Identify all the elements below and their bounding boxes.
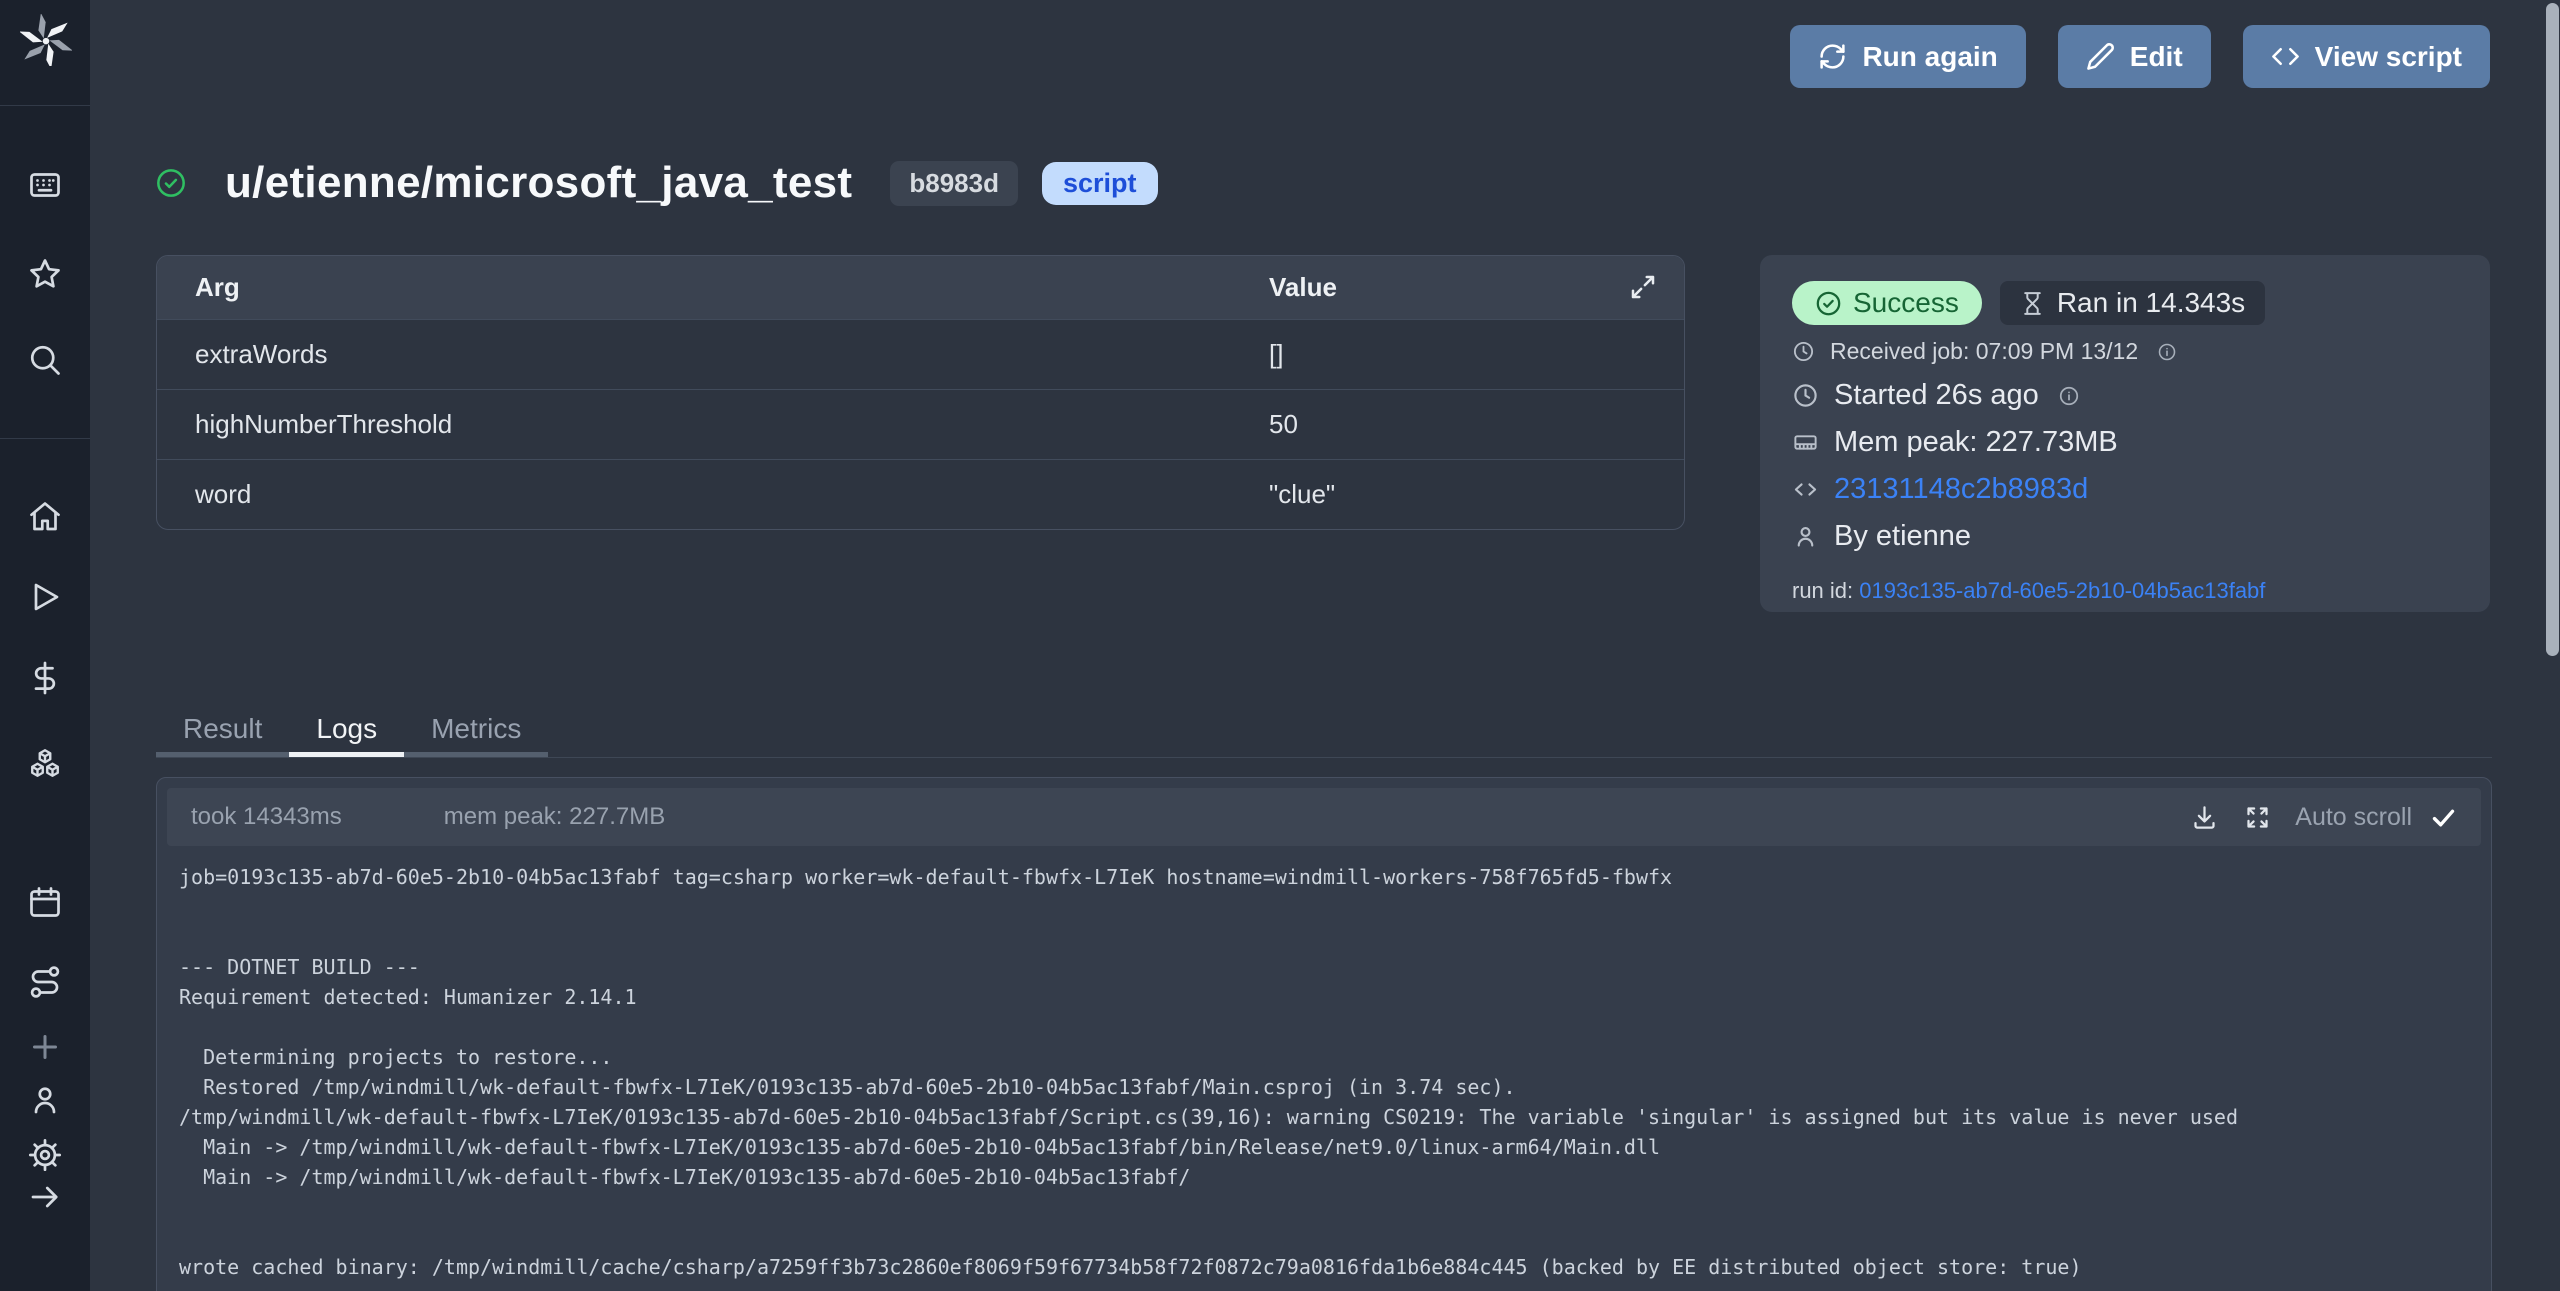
arg-name: highNumberThreshold (157, 409, 452, 440)
run-again-label: Run again (1862, 41, 1997, 73)
info-icon[interactable] (2157, 342, 2177, 362)
sidebar-divider (0, 438, 90, 439)
by-user-label: By etienne (1834, 520, 1971, 553)
script-hash-link[interactable]: 23131148c2b8983d (1834, 473, 2088, 506)
result-tabs: Result Logs Metrics (156, 705, 2492, 758)
log-output[interactable]: job=0193c135-ab7d-60e5-2b10-04b5ac13fabf… (179, 862, 2481, 1282)
duration-label: Ran in 14.343s (2057, 287, 2245, 319)
success-check-icon (155, 167, 187, 199)
search-icon[interactable] (27, 342, 63, 378)
args-table: Arg Value extraWords [] highNumberThresh… (156, 255, 1685, 530)
download-logs-icon[interactable] (2191, 804, 2218, 831)
windmill-run-page: Run again Edit View script u/e (0, 0, 2560, 1291)
mem-peak-row: Mem peak: 227.73MB (1792, 426, 2458, 459)
args-table-header: Arg Value (157, 256, 1684, 319)
script-type-badge[interactable]: script (1042, 162, 1158, 205)
run-again-button[interactable]: Run again (1790, 25, 2025, 88)
run-info-panel: Success Ran in 14.343s Received job: 07:… (1760, 255, 2490, 612)
person-icon (1792, 523, 1819, 550)
sidebar-divider (0, 105, 90, 106)
edit-button[interactable]: Edit (2058, 25, 2211, 88)
received-label: Received job: 07:09 PM 13/12 (1830, 338, 2138, 365)
variables-dollar-icon[interactable] (27, 660, 63, 696)
flows-route-icon[interactable] (27, 964, 63, 1000)
memory-icon (1792, 429, 1819, 456)
expand-logs-icon[interactable] (2244, 804, 2271, 831)
arg-value: [] (1269, 339, 1283, 370)
run-id-row: run id: 0193c135-ab7d-60e5-2b10-04b5ac13… (1792, 578, 2458, 604)
tab-metrics[interactable]: Metrics (404, 705, 548, 757)
apps-icon[interactable] (27, 167, 63, 203)
arg-name: extraWords (157, 339, 327, 370)
clock-icon (1792, 340, 1815, 363)
value-column-header: Value (1269, 272, 1337, 303)
log-took-label: took 14343ms (191, 803, 342, 831)
log-mem-peak-label: mem peak: 227.7MB (444, 803, 665, 831)
hourglass-icon (2020, 291, 2045, 316)
view-script-label: View script (2315, 41, 2462, 73)
info-icon[interactable] (2058, 385, 2080, 407)
started-row: Started 26s ago (1792, 379, 2458, 412)
expand-sidebar-arrow-icon[interactable] (27, 1179, 63, 1215)
user-account-icon[interactable] (27, 1082, 63, 1118)
by-user-row: By etienne (1792, 520, 2458, 553)
page-title: u/etienne/microsoft_java_test (225, 158, 852, 208)
header-actions: Run again Edit View script (1790, 25, 2490, 88)
auto-scroll-checkbox[interactable] (2430, 804, 2457, 831)
resources-boxes-icon[interactable] (27, 745, 63, 781)
sidebar (0, 0, 90, 1291)
received-row: Received job: 07:09 PM 13/12 (1792, 338, 2458, 365)
table-row[interactable]: word "clue" (157, 459, 1684, 529)
windmill-logo-icon[interactable] (20, 14, 72, 66)
page-scrollbar[interactable] (2546, 3, 2559, 656)
arg-value: 50 (1269, 409, 1298, 440)
table-row[interactable]: highNumberThreshold 50 (157, 389, 1684, 459)
settings-gear-icon[interactable] (27, 1137, 63, 1173)
runs-play-icon[interactable] (27, 579, 63, 615)
tab-result[interactable]: Result (156, 705, 289, 757)
run-id-link[interactable]: 0193c135-ab7d-60e5-2b10-04b5ac13fabf (1859, 578, 2265, 603)
arg-value: "clue" (1269, 479, 1335, 510)
title-row: u/etienne/microsoft_java_test b8983d scr… (155, 158, 1158, 208)
status-label: Success (1853, 287, 1959, 319)
view-script-button[interactable]: View script (2243, 25, 2490, 88)
expand-args-icon[interactable] (1628, 272, 1658, 302)
run-id-label: run id: (1792, 578, 1853, 603)
mem-peak-label: Mem peak: 227.73MB (1834, 426, 2118, 459)
status-badge: Success (1792, 281, 1982, 325)
started-label: Started 26s ago (1834, 379, 2039, 412)
arg-column-header: Arg (157, 272, 240, 303)
pencil-icon (2086, 42, 2115, 71)
code-icon (1792, 476, 1819, 503)
code-icon (2271, 42, 2300, 71)
clock-icon (1792, 382, 1819, 409)
edit-label: Edit (2130, 41, 2183, 73)
log-panel: took 14343ms mem peak: 227.7MB Auto scro… (156, 777, 2492, 1291)
circle-check-icon (1815, 290, 1842, 317)
add-plus-icon[interactable] (27, 1029, 63, 1065)
favorites-star-icon[interactable] (27, 256, 63, 292)
tab-logs[interactable]: Logs (289, 705, 404, 757)
home-icon[interactable] (27, 499, 63, 535)
refresh-icon (1818, 42, 1847, 71)
script-hash-row: 23131148c2b8983d (1792, 473, 2458, 506)
auto-scroll-label: Auto scroll (2295, 803, 2412, 832)
duration-chip: Ran in 14.343s (2000, 281, 2265, 325)
log-panel-header: took 14343ms mem peak: 227.7MB Auto scro… (167, 788, 2481, 846)
arg-name: word (157, 479, 251, 510)
table-row[interactable]: extraWords [] (157, 319, 1684, 389)
schedules-calendar-icon[interactable] (27, 884, 63, 920)
hash-badge: b8983d (890, 161, 1018, 206)
